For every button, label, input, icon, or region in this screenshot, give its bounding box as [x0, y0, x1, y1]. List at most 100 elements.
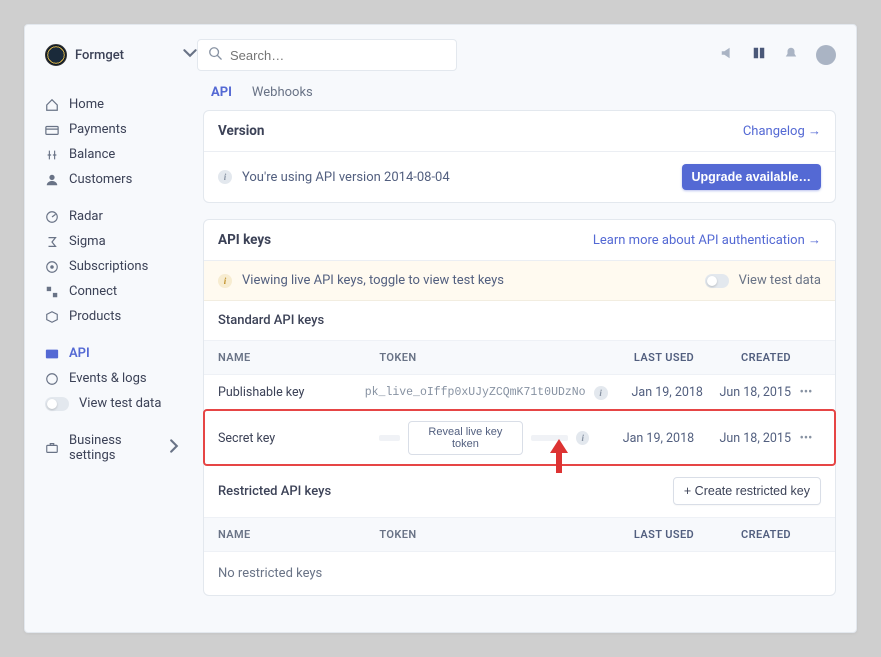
col-token: TOKEN [379, 528, 589, 541]
org-switcher[interactable]: Formget [45, 44, 197, 66]
sidebar-item-subscriptions[interactable]: Subscriptions [45, 255, 181, 278]
col-lastused: LAST USED [589, 351, 694, 364]
restricted-keys-table: NAME TOKEN LAST USED CREATED No restrict… [204, 517, 835, 595]
key-token[interactable]: pk_live_oIffp0xUJyZCQmK71t0UDzNo i [365, 386, 608, 400]
table-row: Publishable key pk_live_oIffp0xUJyZCQmK7… [204, 374, 835, 410]
version-info: i You're using API version 2014-08-04 [218, 170, 450, 185]
info-icon[interactable]: i [594, 386, 608, 400]
customers-icon [45, 173, 59, 187]
col-name: NAME [218, 351, 379, 364]
sidebar-item-label: View test data [79, 396, 161, 411]
sidebar-item-balance[interactable]: Balance [45, 143, 181, 166]
key-name: Publishable key [218, 385, 365, 400]
standard-keys-title: Standard API keys [204, 301, 835, 340]
sidebar-item-testdata[interactable]: View test data [45, 392, 181, 415]
chevron-right-icon [167, 439, 181, 457]
home-icon [45, 98, 59, 112]
sidebar: Home Payments Balance Customers [25, 81, 197, 632]
sidebar-item-events[interactable]: Events & logs [45, 367, 181, 390]
info-icon: i [218, 170, 232, 184]
sidebar-item-label: Radar [69, 209, 103, 224]
search-box[interactable] [197, 39, 457, 71]
announce-icon[interactable] [720, 46, 734, 64]
topbar: Formget [25, 25, 856, 81]
upgrade-button[interactable]: Upgrade available… [682, 164, 822, 190]
sidebar-item-payments[interactable]: Payments [45, 118, 181, 141]
nav-group-dev: API Events & logs View test data [45, 342, 181, 415]
sidebar-item-api[interactable]: API [45, 342, 181, 365]
view-test-label: View test data [739, 273, 821, 288]
panel-title: Version [218, 123, 264, 139]
radar-icon [45, 210, 59, 224]
sidebar-item-label: Products [69, 309, 121, 324]
panel-title: API keys [218, 232, 271, 248]
tab-api[interactable]: API [211, 85, 232, 100]
sidebar-item-radar[interactable]: Radar [45, 205, 181, 228]
row-more-icon[interactable]: ••• [791, 385, 821, 400]
key-lastused: Jan 19, 2018 [589, 431, 694, 446]
api-icon [45, 347, 59, 361]
key-lastused: Jan 19, 2018 [608, 385, 703, 400]
topbar-actions [720, 45, 836, 65]
sidebar-item-business-settings[interactable]: Business settings [45, 429, 181, 467]
learn-more-link[interactable]: Learn more about API authentication → [593, 232, 821, 248]
sidebar-item-connect[interactable]: Connect [45, 280, 181, 303]
col-name: NAME [218, 528, 379, 541]
notice-text: Viewing live API keys, toggle to view te… [242, 273, 504, 288]
nav-group-settings: Business settings [45, 429, 181, 467]
docs-icon[interactable] [752, 46, 766, 64]
connect-icon [45, 285, 59, 299]
masked-token-icon [379, 435, 400, 441]
main-content: API Webhooks Version Changelog → i You'r… [197, 81, 856, 632]
search-icon [208, 46, 222, 64]
search-input[interactable] [230, 48, 446, 63]
col-created: CREATED [694, 351, 791, 364]
chevron-down-icon [183, 46, 197, 64]
nav-group-primary: Home Payments Balance Customers [45, 93, 181, 191]
standard-keys-table: NAME TOKEN LAST USED CREATED Publishable… [204, 340, 835, 465]
toggle-icon [45, 397, 69, 411]
test-data-toggle[interactable] [705, 274, 729, 288]
key-created: Jun 18, 2015 [694, 431, 791, 446]
sidebar-item-label: Sigma [69, 234, 106, 249]
create-restricted-button[interactable]: + Create restricted key [673, 477, 821, 505]
sidebar-item-label: API [69, 346, 90, 361]
sidebar-item-label: Balance [69, 147, 115, 162]
sidebar-item-label: Subscriptions [69, 259, 148, 274]
col-created: CREATED [694, 528, 791, 541]
nav-group-secondary: Radar Sigma Subscriptions Connect Produc… [45, 205, 181, 328]
info-icon[interactable]: i [576, 431, 589, 445]
row-more-icon[interactable]: ••• [791, 431, 821, 446]
table-header: NAME TOKEN LAST USED CREATED [204, 517, 835, 551]
version-panel: Version Changelog → i You're using API v… [203, 110, 836, 203]
sidebar-item-label: Payments [69, 122, 127, 137]
col-lastused: LAST USED [589, 528, 694, 541]
sidebar-item-label: Connect [69, 284, 117, 299]
sidebar-item-home[interactable]: Home [45, 93, 181, 116]
col-token: TOKEN [379, 351, 589, 364]
table-header: NAME TOKEN LAST USED CREATED [204, 340, 835, 374]
key-token-cell: Reveal live key token i [379, 421, 589, 455]
sidebar-item-label: Business settings [69, 433, 157, 463]
bell-icon[interactable] [784, 46, 798, 64]
sidebar-item-customers[interactable]: Customers [45, 168, 181, 191]
changelog-link[interactable]: Changelog → [743, 123, 821, 139]
reveal-token-button[interactable]: Reveal live key token [408, 421, 523, 455]
warning-icon: i [218, 274, 232, 288]
sidebar-item-products[interactable]: Products [45, 305, 181, 328]
live-keys-notice: i Viewing live API keys, toggle to view … [204, 261, 835, 301]
balance-icon [45, 148, 59, 162]
tabs: API Webhooks [203, 81, 836, 110]
app-window: Formget Home [24, 24, 857, 633]
briefcase-icon [45, 441, 59, 455]
restricted-title: Restricted API keys [218, 484, 331, 499]
subscriptions-icon [45, 260, 59, 274]
avatar[interactable] [816, 45, 836, 65]
sidebar-item-sigma[interactable]: Sigma [45, 230, 181, 253]
sidebar-item-label: Events & logs [69, 371, 147, 386]
events-icon [45, 372, 59, 386]
masked-token-icon [531, 435, 568, 441]
sidebar-item-label: Home [69, 97, 104, 112]
tab-webhooks[interactable]: Webhooks [252, 85, 313, 100]
version-text: You're using API version 2014-08-04 [242, 170, 450, 185]
